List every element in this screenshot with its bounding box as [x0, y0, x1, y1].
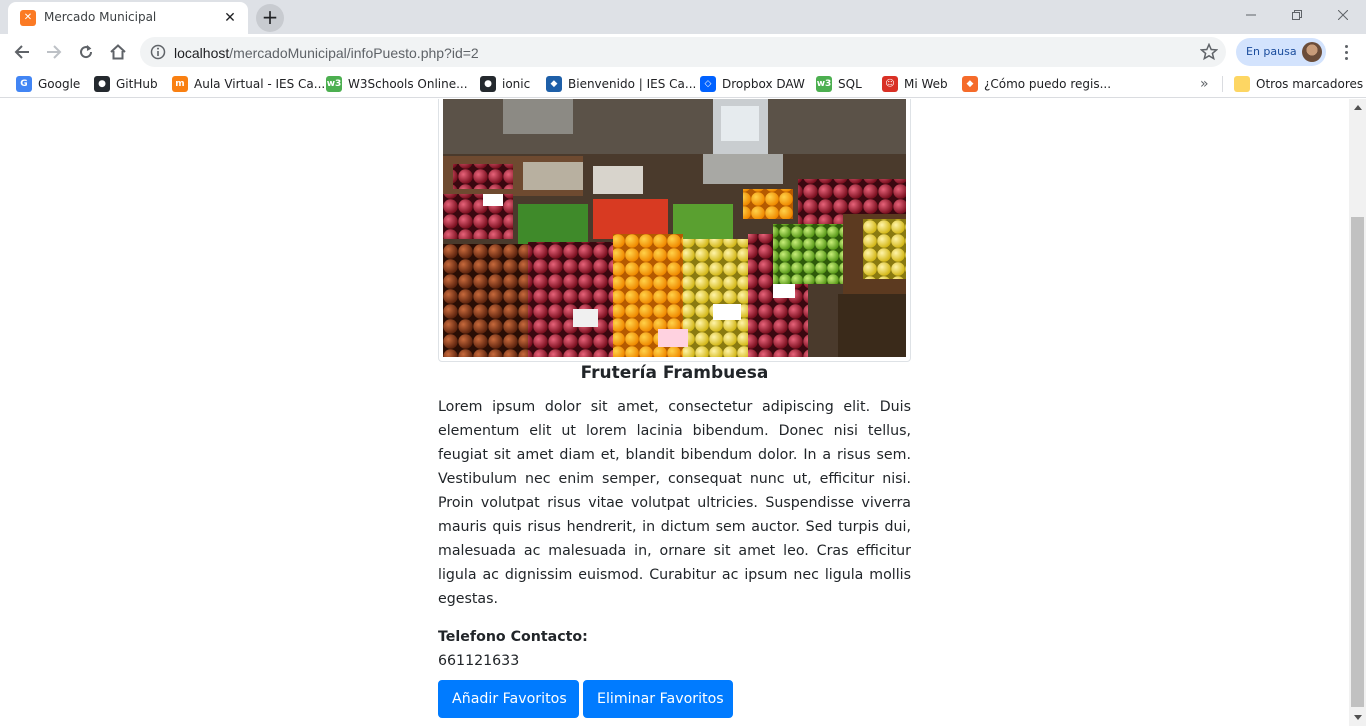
bookmark-label: Google	[38, 77, 81, 91]
page-scrollbar[interactable]	[1349, 99, 1366, 726]
page-viewport: Frutería Frambuesa Lorem ipsum dolor sit…	[0, 99, 1349, 726]
fruit-stall-image	[443, 99, 906, 357]
close-window-button[interactable]	[1320, 0, 1366, 30]
bookmark-label: SQL	[838, 77, 862, 91]
site-icon: ◆	[962, 76, 978, 92]
url-path: /mercadoMunicipal/infoPuesto.php?id=2	[229, 45, 479, 61]
info-icon[interactable]	[150, 44, 166, 60]
home-icon	[110, 44, 126, 60]
bookmark-item[interactable]: ● GitHub	[94, 75, 158, 93]
reload-icon	[80, 45, 93, 59]
bookmark-label: Mi Web	[904, 77, 948, 91]
stall-name: Frutería Frambuesa	[580, 363, 769, 383]
scroll-up-button[interactable]	[1349, 99, 1366, 116]
scroll-down-button[interactable]	[1349, 709, 1366, 726]
phone-number: 661121633	[438, 653, 520, 669]
bookmark-star-icon[interactable]	[1200, 43, 1218, 61]
url-host: localhost	[174, 45, 230, 61]
stall-image-frame	[438, 99, 911, 362]
bookmark-label: Dropbox DAW	[722, 77, 805, 91]
profile-status: En pausa	[1246, 45, 1297, 58]
close-icon	[1338, 10, 1348, 20]
browser-menu-button[interactable]	[1334, 38, 1358, 66]
bookmark-item[interactable]: ◆ ¿Cómo puedo regis...	[962, 75, 1111, 93]
w3schools-icon: w3	[326, 76, 342, 92]
bookmark-item[interactable]: ☺ Mi Web	[882, 75, 948, 93]
arrow-right-icon	[47, 45, 62, 59]
window-controls	[1228, 0, 1366, 30]
address-bar[interactable]: localhost/mercadoMunicipal/infoPuesto.ph…	[140, 37, 1226, 67]
menu-dot	[1344, 56, 1348, 60]
bookmarks-divider	[1222, 76, 1223, 92]
scrollbar-thumb[interactable]	[1351, 217, 1364, 707]
bookmark-item[interactable]: m Aula Virtual - IES Ca...	[172, 75, 325, 93]
url-text[interactable]: localhost/mercadoMunicipal/infoPuesto.ph…	[174, 45, 479, 61]
xampp-icon: ✕	[20, 10, 36, 26]
more-bookmarks-icon[interactable]: »	[1200, 76, 1209, 92]
bookmark-item[interactable]: w3 SQL	[816, 75, 862, 93]
bookmarks-bar: » Otros marcadores G Google ● GitHub m Aula V…	[0, 70, 1366, 98]
dropbox-icon: ◇	[700, 76, 716, 92]
other-bookmarks-folder[interactable]: Otros marcadores	[1234, 75, 1363, 93]
bookmark-label: GitHub	[116, 77, 158, 91]
restore-button[interactable]	[1274, 0, 1320, 30]
w3schools-icon: w3	[816, 76, 832, 92]
bookmark-label: Aula Virtual - IES Ca...	[194, 77, 326, 91]
minimize-button[interactable]	[1228, 0, 1274, 30]
bookmark-item[interactable]: w3 W3Schools Online...	[326, 75, 468, 93]
phone-label: Telefono Contacto:	[438, 629, 588, 645]
bookmark-item[interactable]: ● ionic	[480, 75, 530, 93]
bookmark-label: W3Schools Online...	[348, 77, 468, 91]
moodle-icon: m	[172, 76, 188, 92]
minimize-icon	[1246, 14, 1256, 16]
arrow-left-icon	[14, 45, 29, 59]
tab-strip: ✕ Mercado Municipal ✕ +	[0, 0, 1366, 34]
remove-favorites-button[interactable]: Eliminar Favoritos	[583, 680, 733, 718]
back-button[interactable]	[8, 38, 36, 66]
caret-down-icon	[1353, 715, 1362, 720]
forward-button[interactable]	[40, 38, 68, 66]
menu-dot	[1344, 44, 1348, 48]
bookmark-label: Otros marcadores	[1256, 77, 1364, 91]
bookmark-label: ¿Cómo puedo regis...	[984, 77, 1112, 91]
stall-description: Lorem ipsum dolor sit amet, consectetur …	[438, 399, 911, 607]
browser-tab[interactable]: ✕ Mercado Municipal ✕	[8, 2, 248, 34]
bookmark-item[interactable]: ◇ Dropbox DAW	[700, 75, 805, 93]
reload-button[interactable]	[72, 38, 100, 66]
menu-dot	[1344, 50, 1348, 54]
bookmark-item[interactable]: ◆ Bienvenido | IES Ca...	[546, 75, 696, 93]
site-icon: ◆	[546, 76, 562, 92]
folder-icon	[1234, 76, 1250, 92]
web-icon: ☺	[882, 76, 898, 92]
add-favorites-button[interactable]: Añadir Favoritos	[438, 680, 579, 718]
bookmark-label: ionic	[502, 77, 531, 91]
close-tab-icon[interactable]: ✕	[220, 8, 240, 28]
google-icon: G	[16, 76, 32, 92]
bookmark-label: Bienvenido | IES Ca...	[568, 77, 697, 91]
github-icon: ●	[94, 76, 110, 92]
tab-title: Mercado Municipal	[44, 10, 157, 24]
restore-icon	[1292, 10, 1302, 20]
new-tab-button[interactable]: +	[256, 4, 284, 32]
profile-button[interactable]: En pausa	[1236, 38, 1326, 66]
github-icon: ●	[480, 76, 496, 92]
caret-up-icon	[1353, 105, 1362, 110]
avatar	[1302, 42, 1322, 62]
home-button[interactable]	[104, 38, 132, 66]
bookmark-item[interactable]: G Google	[16, 75, 80, 93]
browser-toolbar: localhost/mercadoMunicipal/infoPuesto.ph…	[0, 34, 1366, 70]
